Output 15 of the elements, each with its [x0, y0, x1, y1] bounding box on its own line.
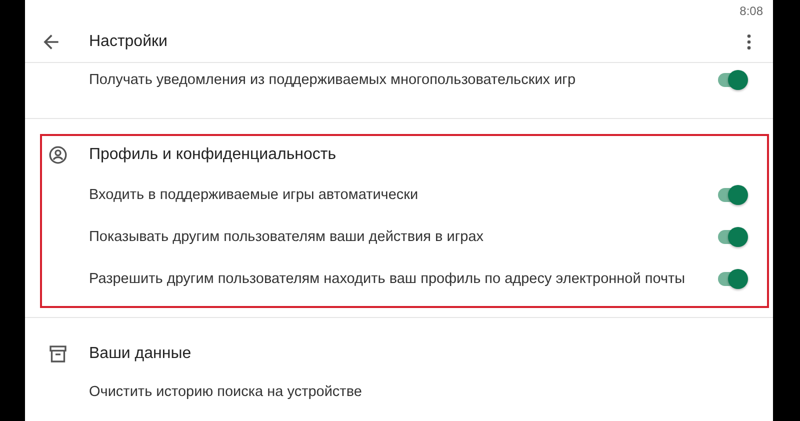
setting-label: Получать уведомления из поддерживаемых многопользовательских игр	[89, 72, 577, 88]
section-title: Профиль и конфиденциальность	[89, 146, 336, 164]
setting-label: Очистить историю поиска на устройстве	[89, 384, 363, 400]
toggle-switch[interactable]	[718, 185, 748, 205]
status-time: 8:08	[740, 4, 763, 18]
person-circle-icon	[48, 145, 68, 165]
toggle-switch[interactable]	[718, 227, 748, 247]
setting-label: Разрешить другим пользователям находить ваш профиль по адресу электронной почты	[89, 271, 686, 287]
archive-box-icon	[48, 344, 68, 364]
setting-label: Показывать другим пользователям ваши действия в играх	[89, 229, 485, 245]
toggle-switch[interactable]	[718, 70, 748, 90]
section-title: Ваши данные	[89, 345, 192, 363]
screen-title: Настройки	[89, 33, 168, 51]
setting-label: Входить в поддерживаемые игры автоматически	[89, 187, 420, 203]
toggle-switch[interactable]	[718, 269, 748, 289]
